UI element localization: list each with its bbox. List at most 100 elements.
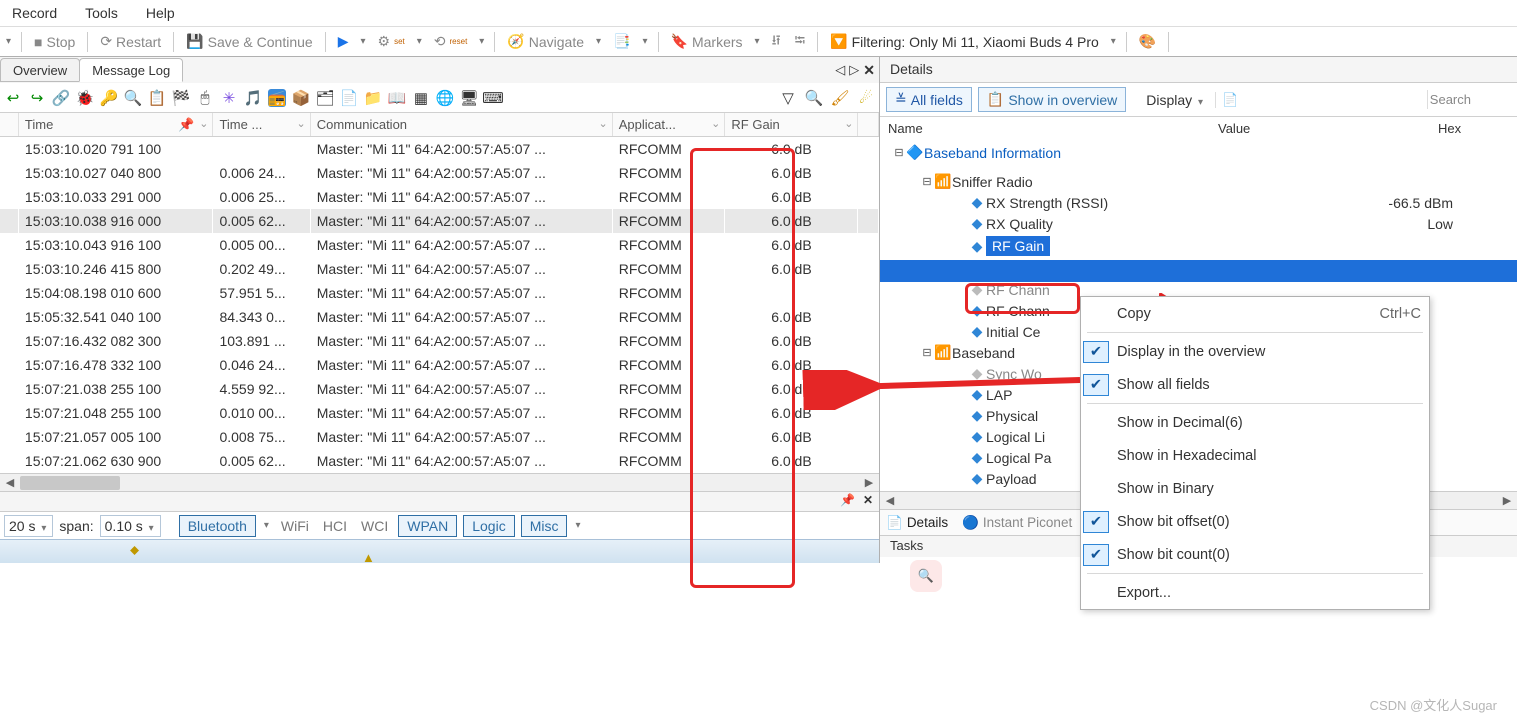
bug-icon[interactable]: 🐞 xyxy=(76,89,94,107)
table-row[interactable]: 15:03:10.020 791 100Master: "Mi 11" 64:A… xyxy=(0,137,879,162)
keyboard-icon[interactable]: ⌨ xyxy=(484,89,502,107)
reset-icon[interactable]: ⟲reset xyxy=(430,31,472,52)
col-communication[interactable]: Communication⌄ xyxy=(310,113,612,137)
ctx-export[interactable]: Export... xyxy=(1081,576,1429,609)
mouse-icon[interactable]: 🖱 xyxy=(196,89,214,107)
menu-help[interactable]: Help xyxy=(146,5,175,21)
save-continue-button[interactable]: 💾 Save & Continue xyxy=(182,31,317,52)
radio-icon[interactable]: 📻 xyxy=(268,89,286,107)
box-icon[interactable]: 📦 xyxy=(292,89,310,107)
close-icon[interactable]: ✕ xyxy=(863,493,873,510)
music-icon[interactable]: 🎵 xyxy=(244,89,262,107)
forward-icon[interactable]: ↪ xyxy=(28,89,46,107)
table-row[interactable]: 15:03:10.033 291 0000.006 25...Master: "… xyxy=(0,185,879,209)
ctx-decimal[interactable]: Show in Decimal(6) xyxy=(1081,406,1429,439)
col-time[interactable]: Time📌⌄ xyxy=(18,113,213,137)
table-row[interactable]: 15:03:10.043 916 1000.005 00...Master: "… xyxy=(0,233,879,257)
filter-icon[interactable]: ▽ xyxy=(779,89,797,107)
col-rf-gain[interactable]: RF Gain⌄ xyxy=(725,113,858,137)
search-icon[interactable]: 🔍 xyxy=(805,89,823,107)
tree-rfgain[interactable]: ◆ RF Gain xyxy=(884,234,1513,258)
col-time-delta[interactable]: Time ...⌄ xyxy=(213,113,310,137)
tree-sniffer-radio[interactable]: ⊟📶 Sniffer Radio xyxy=(884,171,1513,192)
copy-icon[interactable]: 📄 xyxy=(340,89,358,107)
table-row[interactable]: 15:07:16.432 082 300103.891 ...Master: "… xyxy=(0,329,879,353)
btab-details[interactable]: 📄 Details xyxy=(886,515,948,531)
light-icon[interactable]: ☄ xyxy=(857,89,875,107)
proto-misc[interactable]: Misc xyxy=(521,515,568,537)
back-icon[interactable]: ↩ xyxy=(4,89,22,107)
ctx-binary[interactable]: Show in Binary xyxy=(1081,472,1429,505)
proto-wifi[interactable]: WiFi xyxy=(277,516,313,536)
proto-logic[interactable]: Logic xyxy=(463,515,514,537)
run-icon[interactable]: ▶ xyxy=(334,31,353,52)
link-icon[interactable]: 🔗 xyxy=(52,89,70,107)
tree-baseband-info[interactable]: ⊟🔷 Baseband Information xyxy=(884,142,1513,163)
app-icon[interactable]: ▦ xyxy=(412,89,430,107)
span-combo-2[interactable]: 0.10 s ▾ xyxy=(100,515,161,537)
stack-icon[interactable]: 🗂 xyxy=(316,89,334,107)
ctx-display-overview[interactable]: ✔Display in the overview xyxy=(1081,335,1429,368)
btab-piconet[interactable]: 🔵 Instant Piconet xyxy=(962,515,1072,531)
tree-rssi[interactable]: ◆ RX Strength (RSSI)-66.5 dBm xyxy=(884,192,1513,213)
search-widget-icon[interactable]: 🔍 xyxy=(910,560,942,592)
table-row[interactable]: 15:07:21.062 630 9000.005 62...Master: "… xyxy=(0,449,879,473)
list-icon[interactable]: 📋 xyxy=(148,89,166,107)
key-icon[interactable]: 🔑 xyxy=(100,89,118,107)
tab-prev-icon[interactable]: ◁ xyxy=(835,62,845,78)
markers-button[interactable]: 🔖 Markers xyxy=(667,31,747,52)
tab-next-icon[interactable]: ▷ xyxy=(849,62,859,78)
proto-hci[interactable]: HCI xyxy=(319,516,351,536)
tab-close-icon[interactable]: ✕ xyxy=(863,62,875,79)
proto-bluetooth[interactable]: Bluetooth xyxy=(179,515,256,537)
palette-icon[interactable]: 🎨 xyxy=(1135,31,1160,52)
tree-rxquality[interactable]: ◆ RX QualityLow xyxy=(884,213,1513,234)
table-row[interactable]: 15:05:32.541 040 10084.343 0...Master: "… xyxy=(0,305,879,329)
all-fields-button[interactable]: ≚ All fields xyxy=(886,87,972,112)
table-row[interactable]: 15:04:08.198 010 60057.951 5...Master: "… xyxy=(0,281,879,305)
details-search[interactable]: Search xyxy=(1427,90,1511,109)
star-icon[interactable]: ✳ xyxy=(220,89,238,107)
menu-tools[interactable]: Tools xyxy=(85,5,118,21)
navigate-button[interactable]: 🧭 Navigate xyxy=(503,31,588,52)
proto-wci[interactable]: WCI xyxy=(357,516,392,536)
tab-message-log[interactable]: Message Log xyxy=(79,58,183,82)
filtering-button[interactable]: 🔽 Filtering: Only Mi 11, Xiaomi Buds 4 P… xyxy=(826,31,1103,52)
marker-nav2-icon[interactable]: ⭾ xyxy=(791,28,810,56)
table-row[interactable]: 15:03:10.027 040 8000.006 24...Master: "… xyxy=(0,161,879,185)
marker-nav1-icon[interactable]: ⭿ xyxy=(768,28,785,56)
globe-icon[interactable]: 🌐 xyxy=(436,89,454,107)
copy-icon[interactable]: 📄 xyxy=(1215,92,1238,108)
devices-icon[interactable]: 🖥 xyxy=(460,89,478,107)
ctx-hex[interactable]: Show in Hexadecimal xyxy=(1081,439,1429,472)
table-row[interactable]: 15:07:21.057 005 1000.008 75...Master: "… xyxy=(0,425,879,449)
toolbar-dropdown-icon[interactable]: ▾ xyxy=(4,36,13,47)
display-menu[interactable]: Display ▾ xyxy=(1142,90,1209,110)
grid-scroll-h[interactable]: ◀▶ xyxy=(0,473,879,491)
table-row[interactable]: 15:03:10.246 415 8000.202 49...Master: "… xyxy=(0,257,879,281)
col-application[interactable]: Applicat...⌄ xyxy=(612,113,725,137)
ctx-show-all[interactable]: ✔Show all fields xyxy=(1081,368,1429,401)
set-icon[interactable]: ⚙set xyxy=(374,31,409,52)
ctx-bit-count[interactable]: ✔Show bit count(0) xyxy=(1081,538,1429,571)
folder-icon[interactable]: 📁 xyxy=(364,89,382,107)
zoom-icon[interactable]: 🔍 xyxy=(124,89,142,107)
show-overview-button[interactable]: 📋 Show in overview xyxy=(978,87,1126,112)
proto-wpan[interactable]: WPAN xyxy=(398,515,457,537)
tree-icon[interactable]: 📑 xyxy=(609,31,634,52)
restart-button[interactable]: ⟳ Restart xyxy=(96,31,165,52)
table-row[interactable]: 15:07:21.048 255 1000.010 00...Master: "… xyxy=(0,401,879,425)
table-row[interactable]: 15:07:16.478 332 1000.046 24...Master: "… xyxy=(0,353,879,377)
table-row[interactable]: 15:07:21.038 255 1004.559 92...Master: "… xyxy=(0,377,879,401)
pin-icon[interactable]: 📌 xyxy=(840,493,855,510)
ctx-copy[interactable]: CopyCtrl+C xyxy=(1081,297,1429,330)
tab-overview[interactable]: Overview xyxy=(0,58,80,82)
flag-icon[interactable]: 🏁 xyxy=(172,89,190,107)
stop-button[interactable]: ■ Stop xyxy=(30,32,79,52)
ctx-bit-offset[interactable]: ✔Show bit offset(0) xyxy=(1081,505,1429,538)
menu-record[interactable]: Record xyxy=(12,5,57,21)
paint-icon[interactable]: 🖌 xyxy=(831,89,849,107)
book-icon[interactable]: 📖 xyxy=(388,89,406,107)
span-combo-1[interactable]: 20 s ▾ xyxy=(4,515,53,537)
table-row[interactable]: 15:03:10.038 916 0000.005 62...Master: "… xyxy=(0,209,879,233)
